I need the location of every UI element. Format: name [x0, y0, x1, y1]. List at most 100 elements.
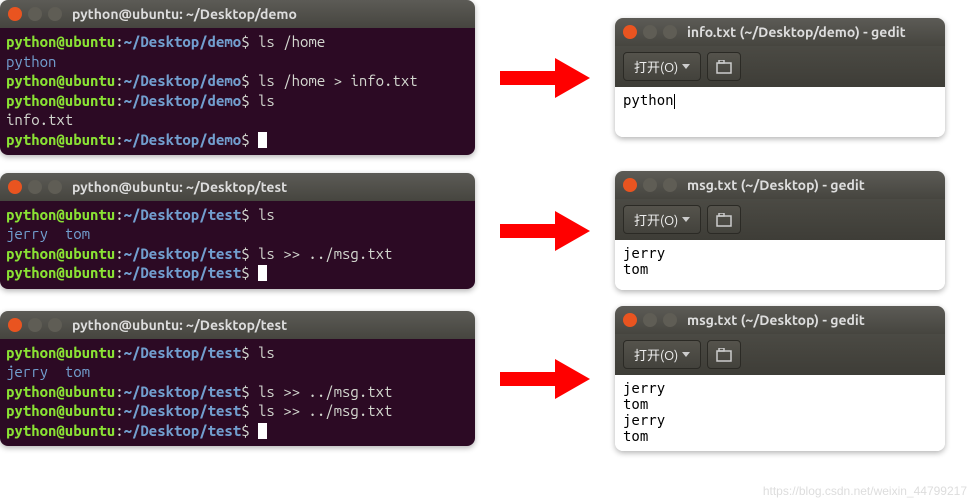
- prompt-user: python@ubuntu: [6, 206, 115, 223]
- output-text: jerry tom: [6, 363, 90, 380]
- prompt-sep: :: [115, 245, 123, 262]
- gedit-content: jerry tom: [623, 246, 665, 278]
- terminal-body[interactable]: python@ubuntu:~/Desktop/test$ lsjerry to…: [0, 339, 475, 447]
- prompt-sep: :: [115, 72, 123, 89]
- terminal-line: python@ubuntu:~/Desktop/test$ ls >> ../m…: [6, 244, 469, 264]
- command-text: [250, 422, 258, 439]
- window-controls: [623, 178, 677, 192]
- close-icon[interactable]: [8, 180, 22, 194]
- prompt-user: python@ubuntu: [6, 72, 115, 89]
- prompt-user: python@ubuntu: [6, 402, 115, 419]
- terminal-titlebar: python@ubuntu: ~/Desktop/test: [0, 311, 475, 339]
- prompt-path: ~/Desktop/demo: [124, 72, 242, 89]
- terminal-body[interactable]: python@ubuntu:~/Desktop/test$ lsjerry to…: [0, 201, 475, 289]
- maximize-icon[interactable]: [663, 178, 677, 192]
- gedit-titlebar: msg.txt (~/Desktop) - gedit: [615, 306, 945, 334]
- minimize-icon[interactable]: [643, 313, 657, 327]
- minimize-icon[interactable]: [643, 25, 657, 39]
- maximize-icon[interactable]: [48, 180, 62, 194]
- new-tab-button[interactable]: [707, 52, 741, 81]
- prompt-user: python@ubuntu: [6, 383, 115, 400]
- dropdown-icon: [682, 217, 690, 222]
- watermark: https://blog.csdn.net/weixin_44799217: [763, 484, 967, 498]
- prompt-user: python@ubuntu: [6, 422, 115, 439]
- open-button[interactable]: 打开(O): [623, 52, 701, 81]
- prompt-user: python@ubuntu: [6, 344, 115, 361]
- maximize-icon[interactable]: [48, 7, 62, 21]
- output-text: info.txt: [6, 111, 73, 128]
- terminal-titlebar: python@ubuntu: ~/Desktop/demo: [0, 0, 475, 28]
- terminal-line: python@ubuntu:~/Desktop/test$: [6, 421, 469, 441]
- close-icon[interactable]: [8, 318, 22, 332]
- prompt-user: python@ubuntu: [6, 33, 115, 50]
- maximize-icon[interactable]: [663, 25, 677, 39]
- open-button[interactable]: 打开(O): [623, 340, 701, 369]
- maximize-icon[interactable]: [48, 318, 62, 332]
- terminal-titlebar: python@ubuntu: ~/Desktop/test: [0, 173, 475, 201]
- gedit-body[interactable]: python: [615, 87, 945, 137]
- arrow-icon: [500, 58, 590, 98]
- new-tab-icon: [716, 60, 732, 74]
- window-title: msg.txt (~/Desktop) - gedit: [687, 177, 865, 193]
- prompt-path: ~/Desktop/test: [124, 206, 242, 223]
- close-icon[interactable]: [8, 7, 22, 21]
- terminal-line: info.txt: [6, 110, 469, 130]
- terminal-cursor: [258, 132, 267, 148]
- open-button[interactable]: 打开(O): [623, 205, 701, 234]
- window-controls: [623, 313, 677, 327]
- command-text: ls >> ../msg.txt: [250, 383, 393, 400]
- window-controls: [8, 180, 62, 194]
- output-text: python: [6, 53, 56, 70]
- command-text: ls: [250, 344, 275, 361]
- window-controls: [8, 318, 62, 332]
- terminal-line: jerry tom: [6, 362, 469, 382]
- gedit-content: python: [623, 93, 674, 109]
- minimize-icon[interactable]: [643, 178, 657, 192]
- terminal-line: python@ubuntu:~/Desktop/test$ ls: [6, 205, 469, 225]
- arrow-icon: [500, 359, 590, 399]
- terminal-window-2: python@ubuntu: ~/Desktop/test python@ubu…: [0, 173, 475, 289]
- minimize-icon[interactable]: [28, 7, 42, 21]
- gedit-window-2: msg.txt (~/Desktop) - gedit 打开(O) jerry …: [615, 171, 945, 290]
- prompt-path: ~/Desktop/demo: [124, 33, 242, 50]
- terminal-body[interactable]: python@ubuntu:~/Desktop/demo$ ls /homepy…: [0, 28, 475, 155]
- open-label: 打开(O): [634, 210, 678, 229]
- terminal-line: python@ubuntu:~/Desktop/test$: [6, 263, 469, 283]
- prompt-symbol: $: [241, 92, 249, 109]
- gedit-body[interactable]: jerry tom jerry tom: [615, 375, 945, 451]
- gedit-body[interactable]: jerry tom: [615, 240, 945, 290]
- prompt-sep: :: [115, 33, 123, 50]
- prompt-symbol: $: [241, 245, 249, 262]
- window-title: python@ubuntu: ~/Desktop/test: [72, 317, 287, 333]
- new-tab-button[interactable]: [707, 340, 741, 369]
- terminal-line: python@ubuntu:~/Desktop/test$ ls >> ../m…: [6, 401, 469, 421]
- gedit-titlebar: msg.txt (~/Desktop) - gedit: [615, 171, 945, 199]
- minimize-icon[interactable]: [28, 318, 42, 332]
- gedit-window-3: msg.txt (~/Desktop) - gedit 打开(O) jerry …: [615, 306, 945, 451]
- prompt-sep: :: [115, 264, 123, 281]
- close-icon[interactable]: [623, 178, 637, 192]
- prompt-path: ~/Desktop/demo: [124, 92, 242, 109]
- command-text: ls >> ../msg.txt: [250, 245, 393, 262]
- window-title: python@ubuntu: ~/Desktop/test: [72, 179, 287, 195]
- prompt-path: ~/Desktop/demo: [124, 131, 242, 148]
- terminal-line: jerry tom: [6, 224, 469, 244]
- minimize-icon[interactable]: [28, 180, 42, 194]
- close-icon[interactable]: [623, 313, 637, 327]
- prompt-user: python@ubuntu: [6, 92, 115, 109]
- prompt-symbol: $: [241, 33, 249, 50]
- terminal-window-1: python@ubuntu: ~/Desktop/demo python@ubu…: [0, 0, 475, 155]
- window-controls: [623, 25, 677, 39]
- command-text: ls: [250, 206, 275, 223]
- new-tab-button[interactable]: [707, 205, 741, 234]
- gedit-toolbar: 打开(O): [615, 46, 945, 87]
- text-cursor: [674, 94, 675, 109]
- prompt-path: ~/Desktop/test: [124, 383, 242, 400]
- gedit-window-1: info.txt (~/Desktop/demo) - gedit 打开(O) …: [615, 18, 945, 137]
- maximize-icon[interactable]: [663, 313, 677, 327]
- prompt-path: ~/Desktop/test: [124, 422, 242, 439]
- prompt-symbol: $: [241, 72, 249, 89]
- prompt-symbol: $: [241, 383, 249, 400]
- prompt-sep: :: [115, 344, 123, 361]
- close-icon[interactable]: [623, 25, 637, 39]
